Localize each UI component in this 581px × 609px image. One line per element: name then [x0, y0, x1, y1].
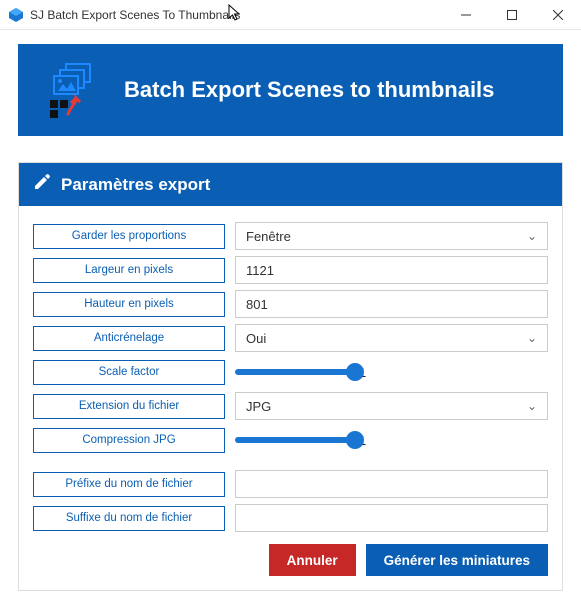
select-value: Oui [246, 331, 266, 346]
keep-proportions-select[interactable]: Fenêtre ⌄ [235, 222, 548, 250]
suffix-button[interactable]: Suffixe du nom de fichier [33, 506, 225, 531]
scale-factor-button[interactable]: Scale factor [33, 360, 225, 385]
panel-title: Paramètres export [61, 175, 210, 195]
prefix-button[interactable]: Préfixe du nom de fichier [33, 472, 225, 497]
app-icon [8, 7, 24, 23]
suffix-input[interactable] [235, 504, 548, 532]
banner: Batch Export Scenes to thumbnails [18, 44, 563, 136]
height-button[interactable]: Hauteur en pixels [33, 292, 225, 317]
banner-icon [44, 62, 108, 118]
prefix-input[interactable] [235, 470, 548, 498]
jpg-compression-slider[interactable] [235, 437, 355, 443]
antialias-select[interactable]: Oui ⌄ [235, 324, 548, 352]
maximize-button[interactable] [489, 0, 535, 30]
settings-panel: Paramètres export Garder les proportions… [18, 162, 563, 591]
panel-header: Paramètres export [19, 163, 562, 206]
titlebar: SJ Batch Export Scenes To Thumbnails [0, 0, 581, 30]
scale-factor-slider[interactable] [235, 369, 355, 375]
cancel-button[interactable]: Annuler [269, 544, 356, 576]
select-value: JPG [246, 399, 271, 414]
minimize-button[interactable] [443, 0, 489, 30]
width-button[interactable]: Largeur en pixels [33, 258, 225, 283]
window-title: SJ Batch Export Scenes To Thumbnails [30, 8, 240, 22]
keep-proportions-button[interactable]: Garder les proportions [33, 224, 225, 249]
file-ext-select[interactable]: JPG ⌄ [235, 392, 548, 420]
close-button[interactable] [535, 0, 581, 30]
slider-thumb[interactable] [346, 363, 364, 381]
antialias-button[interactable]: Anticrénelage [33, 326, 225, 351]
width-input[interactable]: 1121 [235, 256, 548, 284]
jpg-compression-button[interactable]: Compression JPG [33, 428, 225, 453]
height-input[interactable]: 801 [235, 290, 548, 318]
window-controls [443, 0, 581, 30]
generate-button[interactable]: Générer les miniatures [366, 544, 548, 576]
file-ext-button[interactable]: Extension du fichier [33, 394, 225, 419]
pencil-icon [33, 173, 51, 196]
cursor-icon [228, 4, 242, 25]
chevron-down-icon: ⌄ [527, 229, 537, 243]
select-value: Fenêtre [246, 229, 291, 244]
chevron-down-icon: ⌄ [527, 399, 537, 413]
slider-thumb[interactable] [346, 431, 364, 449]
chevron-down-icon: ⌄ [527, 331, 537, 345]
banner-title: Batch Export Scenes to thumbnails [124, 77, 494, 103]
